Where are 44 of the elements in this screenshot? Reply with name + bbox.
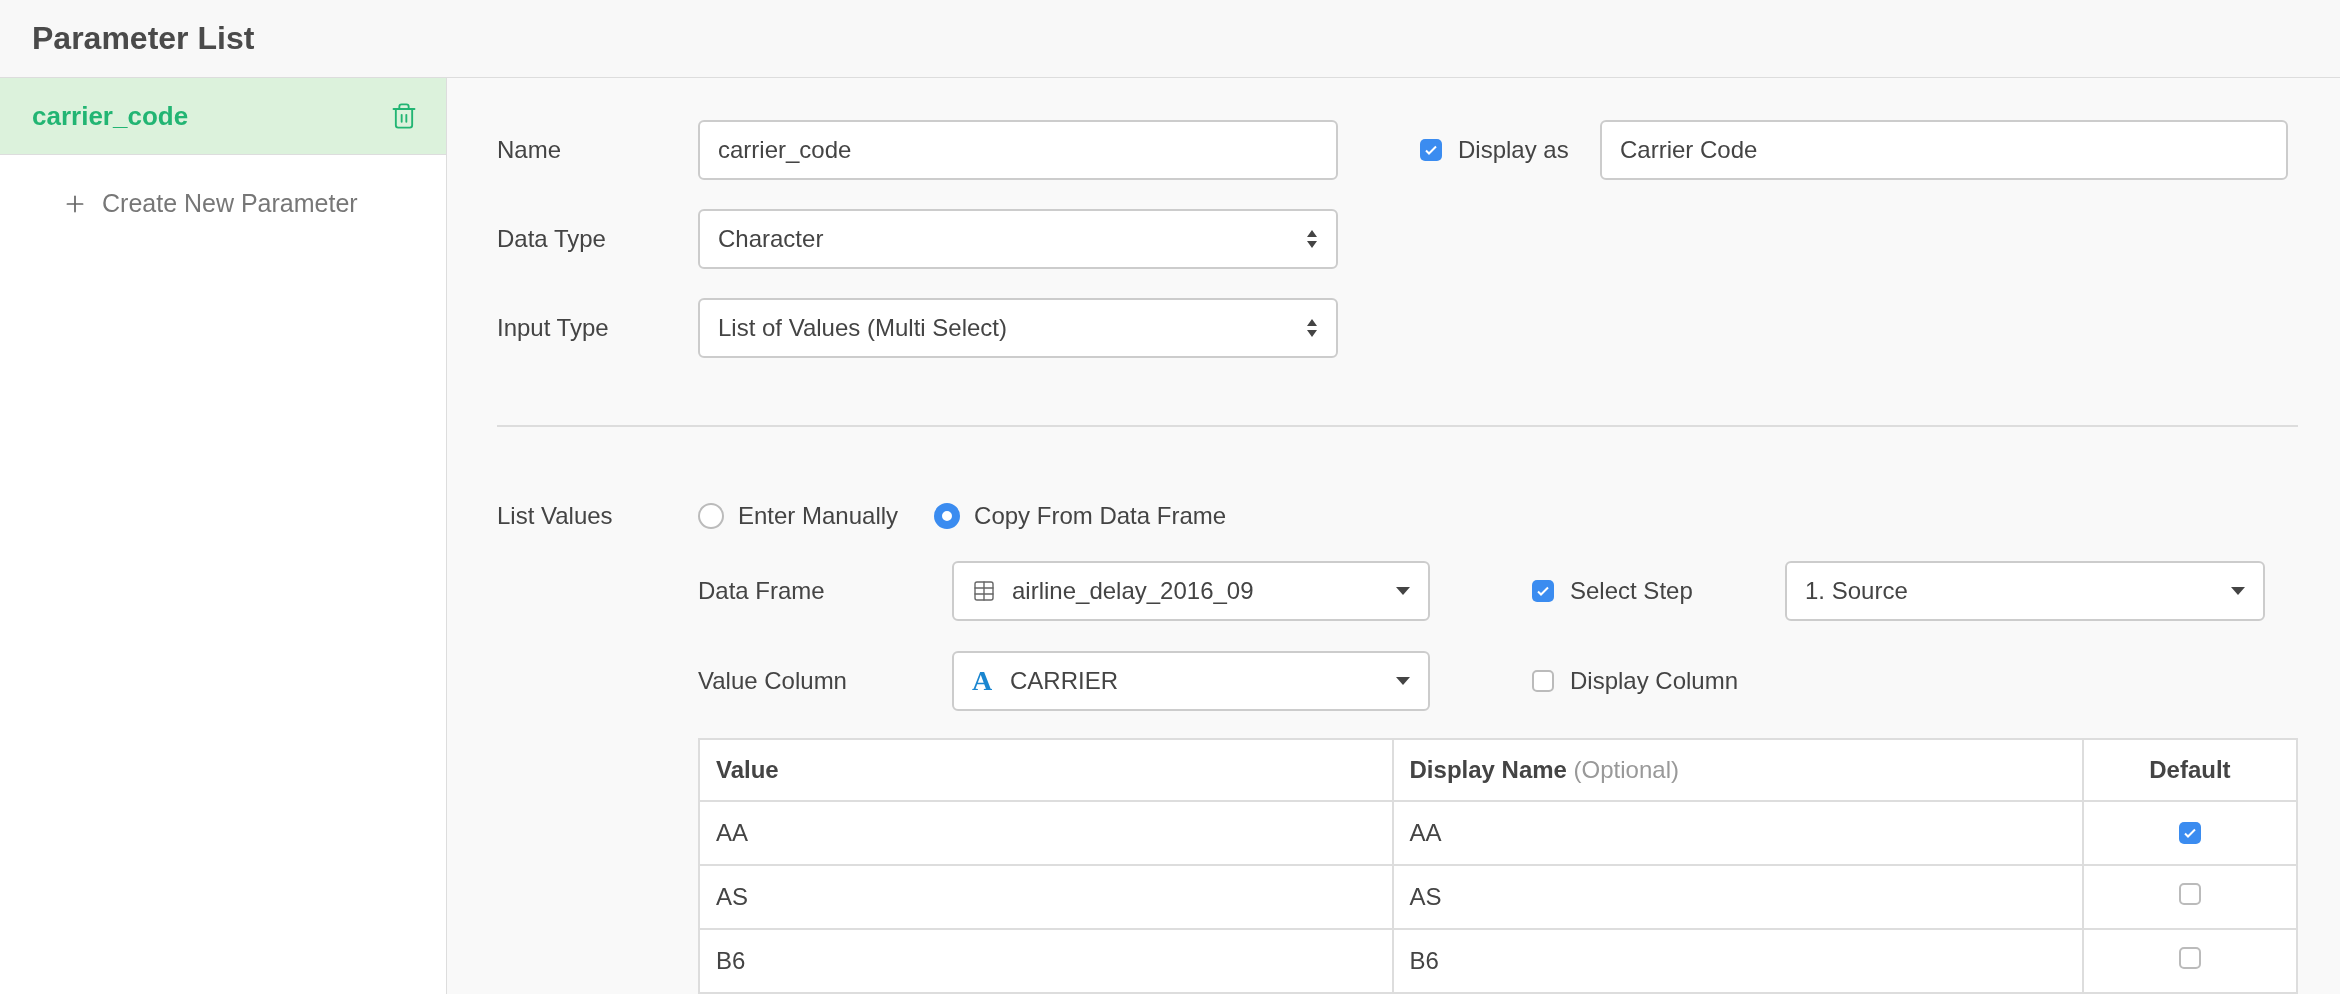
radio-label: Enter Manually xyxy=(738,502,899,531)
table-cell: AA xyxy=(699,801,1393,865)
caret-icon xyxy=(1396,677,1410,685)
checkbox[interactable] xyxy=(2178,883,2201,905)
table-icon xyxy=(972,579,996,603)
checkbox[interactable] xyxy=(1532,580,1554,602)
data-type-select[interactable]: Character xyxy=(698,209,1338,270)
display-as-input[interactable]: Carrier Code xyxy=(1600,120,2288,181)
checkbox[interactable] xyxy=(2178,822,2201,844)
trash-icon[interactable] xyxy=(390,102,418,130)
type-glyph: A xyxy=(972,665,994,697)
table-cell: AS xyxy=(699,865,1393,929)
column-header: Value xyxy=(699,739,1393,801)
table-cell: B6 xyxy=(699,929,1393,993)
field-label: Name xyxy=(497,136,563,165)
radio-option[interactable]: Enter Manually xyxy=(698,502,899,531)
radio-button[interactable] xyxy=(934,503,961,530)
column-header: Default xyxy=(2082,739,2297,801)
column-header: Display Name (Optional) xyxy=(1392,739,2083,801)
checkbox-label: Select Step xyxy=(1570,577,1693,605)
table-cell: AS xyxy=(1392,865,2083,929)
field-label: Data Frame xyxy=(698,577,826,605)
table-cell: B6 xyxy=(1392,929,2083,993)
field-label: Value Column xyxy=(698,667,848,695)
checkbox[interactable] xyxy=(2178,947,2201,969)
input-type-select[interactable]: List of Values (Multi Select) xyxy=(698,298,1338,359)
field-label: Data Type xyxy=(497,225,607,254)
step-select[interactable]: 1. Source xyxy=(1785,561,2265,621)
page-title: Parameter List xyxy=(32,20,255,57)
caret-icon xyxy=(1396,587,1410,595)
checkbox[interactable] xyxy=(1532,670,1554,692)
checkbox[interactable] xyxy=(1420,139,1442,162)
data-frame-select[interactable]: airline_delay_2016_09 xyxy=(952,561,1430,621)
field-label: Input Type xyxy=(497,314,610,343)
parameter-name: carrier_code xyxy=(32,100,189,132)
value-column-select[interactable]: A CARRIER xyxy=(952,651,1430,711)
checkbox-label: Display as xyxy=(1458,136,1569,165)
field-label: List Values xyxy=(497,502,614,531)
create-parameter-link[interactable]: Create New Parameter xyxy=(0,155,446,218)
checkbox-label: Display Column xyxy=(1570,667,1739,695)
name-input[interactable]: carrier_code xyxy=(698,120,1338,181)
table-cell: AA xyxy=(1392,801,2083,865)
radio-button[interactable] xyxy=(698,503,724,530)
caret-icon xyxy=(2231,587,2245,595)
